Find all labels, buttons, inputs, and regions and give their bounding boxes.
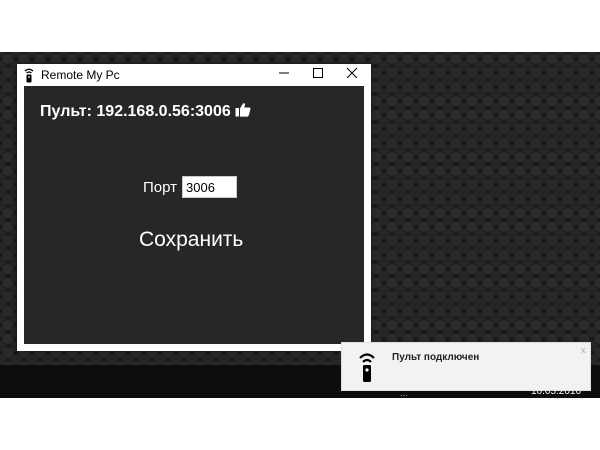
save-button[interactable]: Сохранить (139, 228, 243, 252)
window-content: Пульт: 192.168.0.56:3006 Порт Сохранить (24, 86, 364, 344)
minimize-icon (279, 65, 289, 83)
close-icon (346, 65, 358, 83)
connection-status: Пульт: 192.168.0.56:3006 (40, 102, 251, 122)
port-input[interactable] (182, 176, 238, 198)
window-title: Remote My Pc (41, 68, 120, 82)
thumbs-up-icon (235, 102, 251, 122)
app-window: Remote My Pc Пульт: 192.168.0.56:3006 По… (17, 64, 371, 351)
port-label: Порт (143, 178, 178, 196)
maximize-button[interactable] (301, 64, 335, 84)
remote-icon (24, 68, 34, 83)
notification-toast[interactable]: Пульт подключен x (341, 342, 591, 391)
connection-address: Пульт: 192.168.0.56:3006 (40, 103, 231, 120)
port-setting: Порт (143, 176, 238, 198)
maximize-icon (313, 65, 323, 83)
minimize-button[interactable] (267, 64, 301, 84)
notification-close-button[interactable]: x (581, 345, 586, 355)
remote-icon (358, 351, 376, 388)
close-button[interactable] (335, 64, 369, 84)
notification-title: Пульт подключен (392, 352, 480, 363)
title-bar[interactable]: Remote My Pc (17, 64, 371, 86)
